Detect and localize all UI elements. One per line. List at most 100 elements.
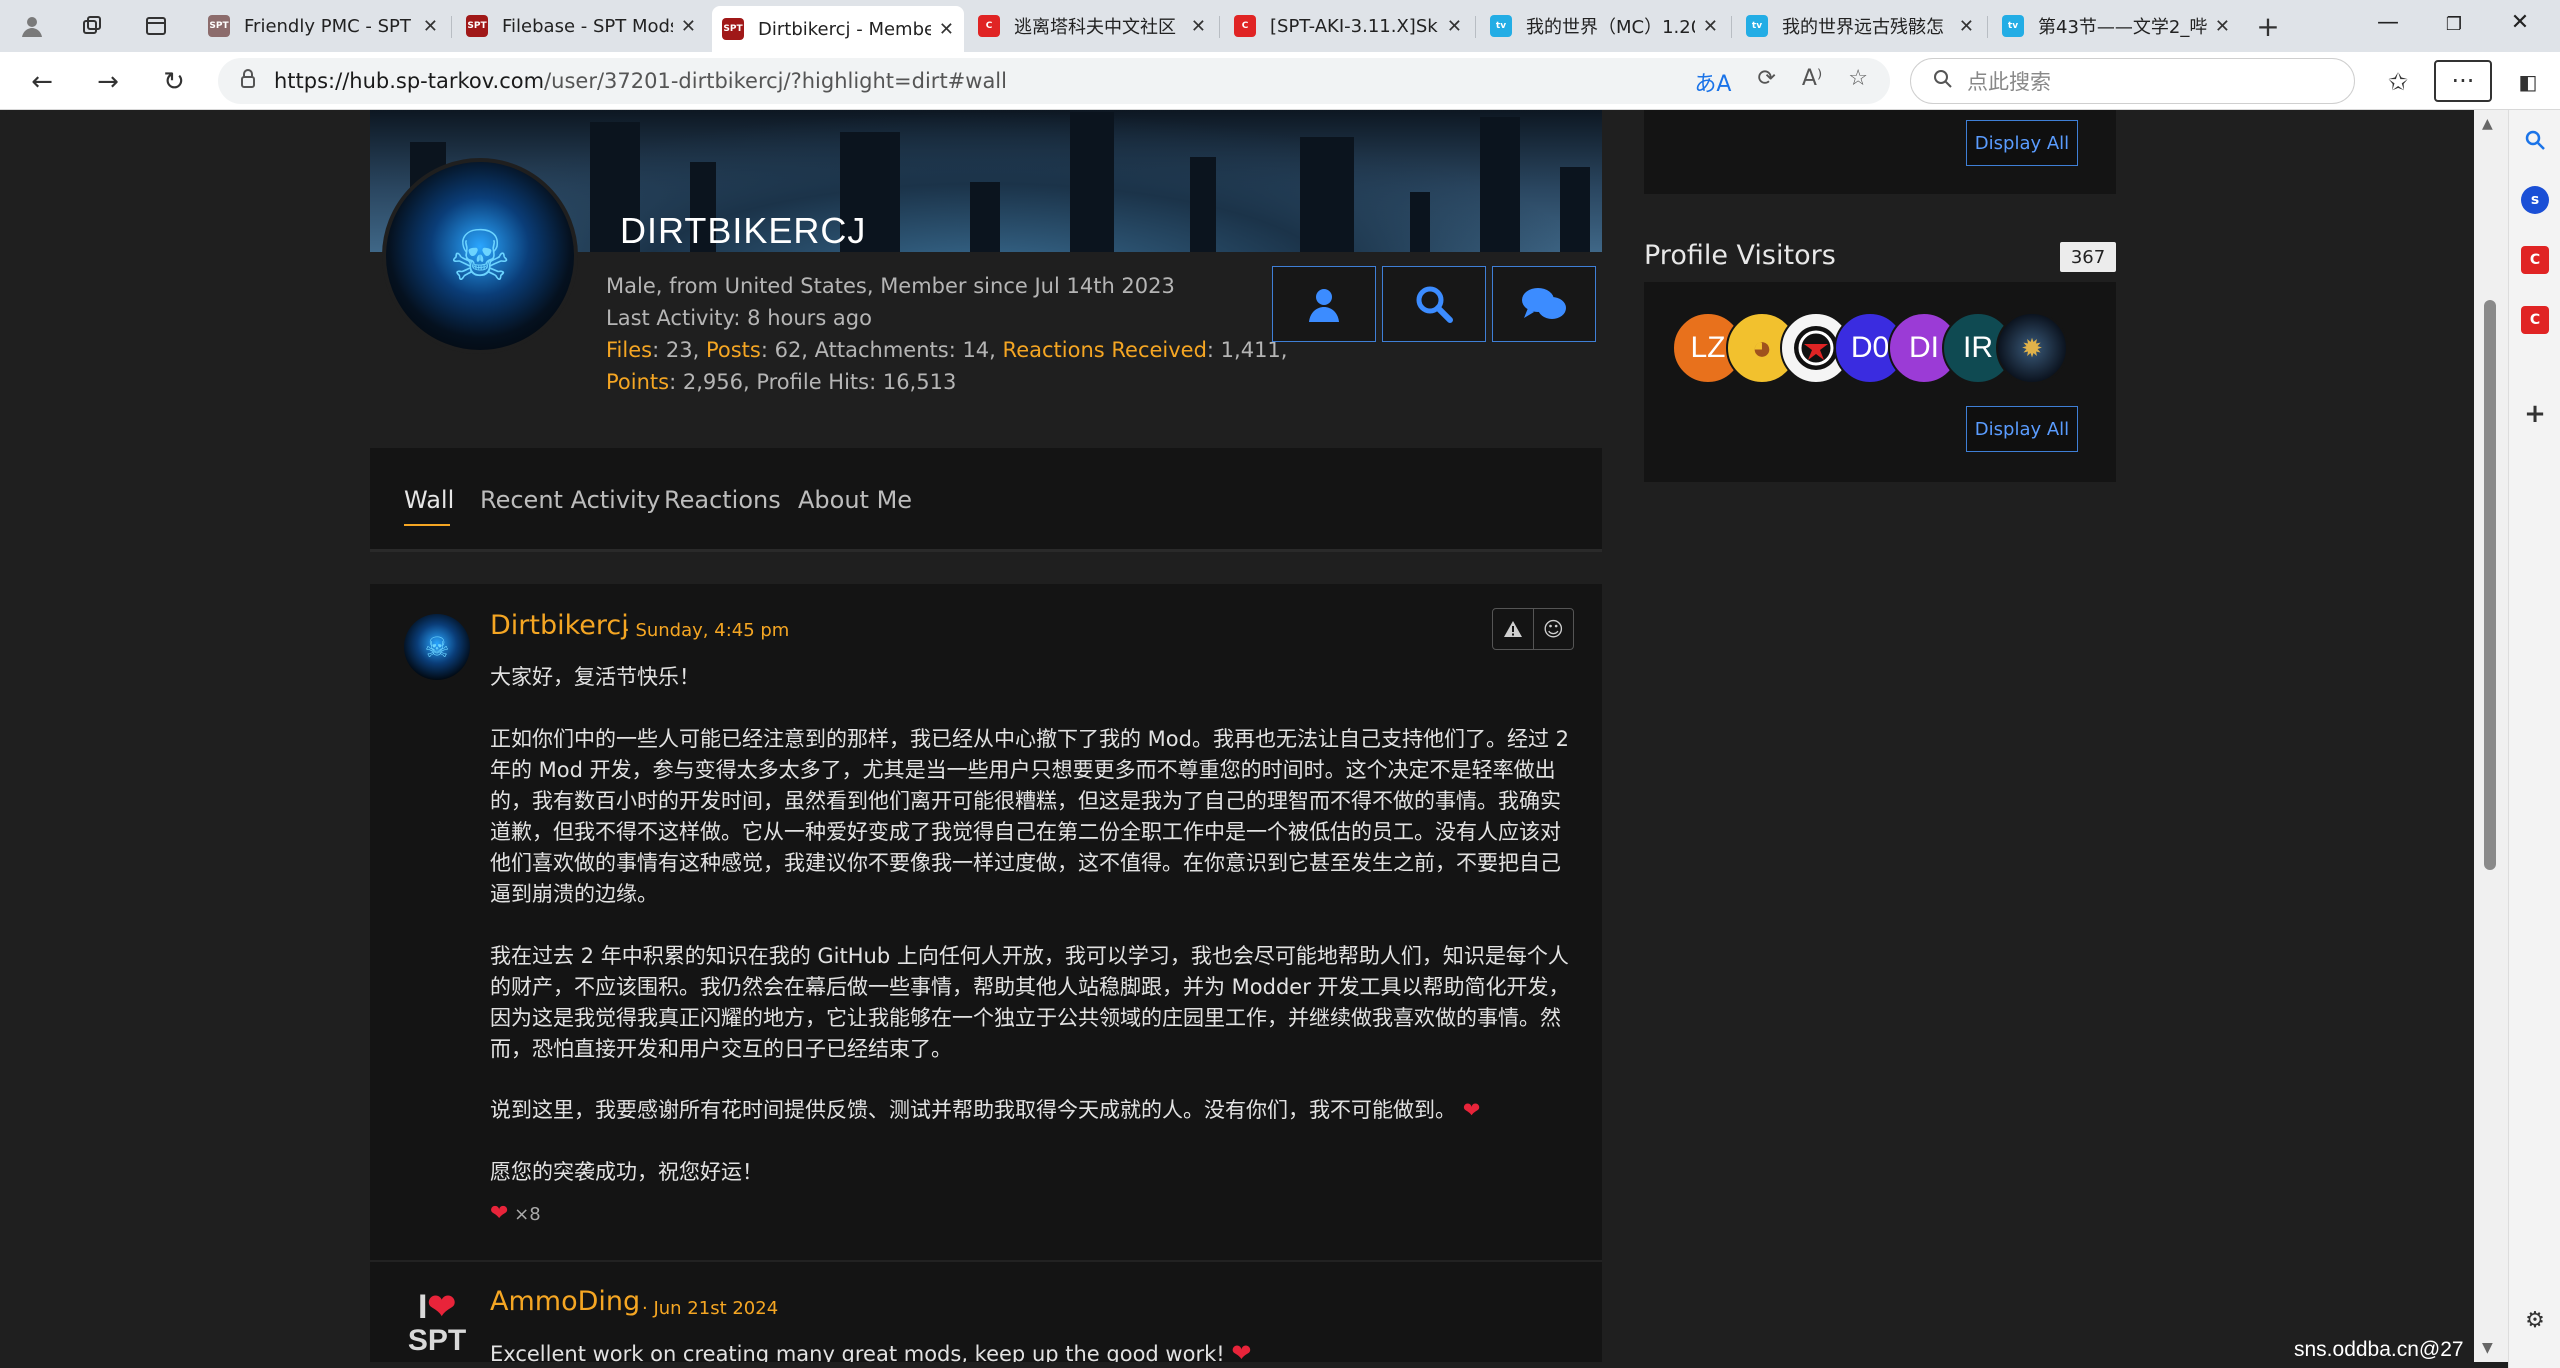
visitors-count-badge: 367: [2060, 242, 2116, 272]
favorites-icon[interactable]: ✩: [2378, 62, 2418, 102]
forward-icon[interactable]: →: [88, 62, 128, 102]
post-author-name[interactable]: AmmoDing: [490, 1286, 640, 1317]
post-paragraph: 正如你们中的一些人可能已经注意到的那样，我已经从中心撤下了我的 Mod。我再也无…: [490, 727, 1570, 906]
back-icon[interactable]: ←: [22, 62, 62, 102]
search-icon: [1933, 69, 1953, 94]
edge-sidebar: s C C + ⚙: [2508, 110, 2560, 1368]
browser-tab-strip: SPT Friendly PMC - SPT M ✕ SPT Filebase …: [0, 0, 2560, 52]
c-icon[interactable]: C: [2521, 246, 2549, 274]
tab-dirtbikercj[interactable]: SPT Dirtbikercj - Member ✕: [712, 6, 964, 52]
s-icon[interactable]: s: [2521, 186, 2549, 214]
close-window-icon[interactable]: ✕: [2500, 10, 2540, 35]
visitor-avatar[interactable]: ✹: [1996, 312, 2068, 384]
watermark: sns.oddba.cn@27: [2294, 1338, 2464, 1361]
tab-filebase[interactable]: SPT Filebase - SPT Mods ✕: [456, 6, 706, 46]
tab-about-me[interactable]: About Me: [798, 486, 912, 514]
c-icon[interactable]: C: [2521, 306, 2549, 334]
tab-minecraft-debris[interactable]: tv 我的世界远古残骸怎 ✕: [1736, 6, 1984, 46]
search-icon[interactable]: [2521, 126, 2549, 154]
post-paragraph: 说到这里，我要感谢所有花时间提供反馈、测试并帮助我取得今天成就的人。没有你们，我…: [490, 1098, 1481, 1122]
profile-info-line: Male, from United States, Member since J…: [606, 274, 1175, 298]
lock-icon[interactable]: [240, 68, 256, 94]
post-paragraph: 大家好，复活节快乐！: [490, 665, 700, 689]
spt-favicon-icon: SPT: [466, 15, 488, 37]
heart-icon: ❤: [427, 1288, 456, 1326]
tab-actions-icon[interactable]: [138, 8, 174, 44]
reactions-link[interactable]: Reactions Received: [1003, 338, 1207, 362]
close-tab-icon[interactable]: ✕: [1703, 16, 1718, 37]
page-scrollbar[interactable]: ▲ ▼: [2474, 110, 2508, 1362]
profile-avatar-icon[interactable]: [14, 8, 50, 44]
close-tab-icon[interactable]: ✕: [1447, 16, 1462, 37]
translate-icon[interactable]: あA: [1694, 66, 1731, 98]
refresh-icon[interactable]: ↻: [154, 62, 194, 102]
report-icon[interactable]: [1493, 609, 1533, 649]
tab-friendly-pmc[interactable]: SPT Friendly PMC - SPT M ✕: [198, 6, 448, 46]
tab-minecraft-120[interactable]: tv 我的世界（MC）1.20 ✕: [1480, 6, 1728, 46]
bilibili-favicon-icon: tv: [2002, 15, 2024, 37]
tab-recent-activity[interactable]: Recent Activity: [480, 486, 660, 514]
url-toolbar: あA ⟳ A⁾ ☆: [1694, 66, 1868, 98]
url-field[interactable]: https://hub.sp-tarkov.com/user/37201-dir…: [218, 58, 1890, 104]
react-smiley-icon[interactable]: ☺: [1532, 609, 1574, 649]
tab-literature[interactable]: tv 第43节——文学2_哔 ✕: [1992, 6, 2240, 46]
restore-icon[interactable]: ❐: [2434, 14, 2474, 35]
minimize-icon[interactable]: —: [2368, 10, 2408, 35]
heart-reaction-icon: ❤: [490, 1201, 509, 1226]
sync-icon[interactable]: ⟳: [1757, 66, 1775, 98]
heart-emoji-icon: ❤: [1462, 1098, 1481, 1122]
display-all-button[interactable]: Display All: [1966, 120, 2078, 166]
spt-favicon-icon: SPT: [208, 15, 230, 37]
post-paragraph: 愿您的突袭成功，祝您好运！: [490, 1160, 763, 1184]
post-divider: [370, 1260, 1602, 1262]
scroll-down-icon[interactable]: ▼: [2482, 1340, 2493, 1356]
new-tab-icon[interactable]: +: [2250, 8, 2286, 44]
tab-wall[interactable]: Wall: [404, 486, 454, 514]
settings-gear-icon[interactable]: ⚙: [2521, 1306, 2549, 1334]
bilibili-favicon-icon: tv: [1746, 15, 1768, 37]
close-tab-icon[interactable]: ✕: [2215, 16, 2230, 37]
c-favicon-icon: C: [978, 15, 1000, 37]
follow-user-button[interactable]: [1272, 266, 1376, 342]
profile-avatar[interactable]: ☠: [382, 158, 578, 354]
search-content-button[interactable]: [1382, 266, 1486, 342]
close-tab-icon[interactable]: ✕: [939, 19, 954, 40]
sidebar-toggle-icon[interactable]: ◧: [2508, 62, 2548, 102]
profile-username: DIRTBIKERCJ: [620, 210, 867, 251]
post-author-avatar[interactable]: ☠: [404, 614, 470, 680]
posts-link[interactable]: Posts: [706, 338, 761, 362]
read-aloud-icon[interactable]: A⁾: [1802, 66, 1822, 98]
user-icon: [1309, 289, 1339, 322]
display-all-button[interactable]: Display All: [1966, 406, 2078, 452]
tab-reactions[interactable]: Reactions: [664, 486, 781, 514]
scroll-thumb[interactable]: [2484, 300, 2496, 870]
close-tab-icon[interactable]: ✕: [1959, 16, 1974, 37]
post-reaction-summary[interactable]: ❤ ×8: [490, 1198, 1570, 1230]
add-icon[interactable]: +: [2521, 399, 2549, 429]
post-author-name[interactable]: Dirtbikercj: [490, 610, 629, 641]
search-icon: [1416, 286, 1453, 323]
address-bar: ← → ↻ https://hub.sp-tarkov.com/user/372…: [0, 52, 2560, 110]
tab-spt-aki-skill[interactable]: C [SPT-AKI-3.11.X]Skill ✕: [1224, 6, 1472, 46]
close-tab-icon[interactable]: ✕: [423, 16, 438, 37]
send-message-button[interactable]: [1492, 266, 1596, 342]
ammoding-avatar[interactable]: I❤ SPT: [404, 1290, 470, 1362]
post-timestamp[interactable]: · Jun 21st 2024: [642, 1298, 778, 1319]
post-timestamp[interactable]: · Sunday, 4:45 pm: [624, 620, 789, 641]
scroll-up-icon[interactable]: ▲: [2482, 116, 2493, 132]
profile-points-line: Points: 2,956, Profile Hits: 16,513: [606, 370, 957, 394]
profile-visitors-title: Profile Visitors: [1644, 240, 1836, 271]
post-paragraph: Excellent work on creating many great mo…: [490, 1338, 1570, 1362]
more-menu-icon[interactable]: ···: [2434, 60, 2492, 102]
favorite-star-icon[interactable]: ☆: [1848, 66, 1868, 98]
points-link[interactable]: Points: [606, 370, 669, 394]
tab-tarkov-cn-community[interactable]: C 逃离塔科夫中文社区 ✕: [968, 6, 1216, 46]
bilibili-favicon-icon: tv: [1490, 15, 1512, 37]
workspaces-icon[interactable]: [74, 8, 110, 44]
close-tab-icon[interactable]: ✕: [1191, 16, 1206, 37]
spt-favicon-icon: SPT: [722, 18, 744, 40]
c-favicon-icon: C: [1234, 15, 1256, 37]
search-input[interactable]: 点此搜索: [1910, 58, 2355, 104]
files-link[interactable]: Files: [606, 338, 652, 362]
close-tab-icon[interactable]: ✕: [681, 16, 696, 37]
